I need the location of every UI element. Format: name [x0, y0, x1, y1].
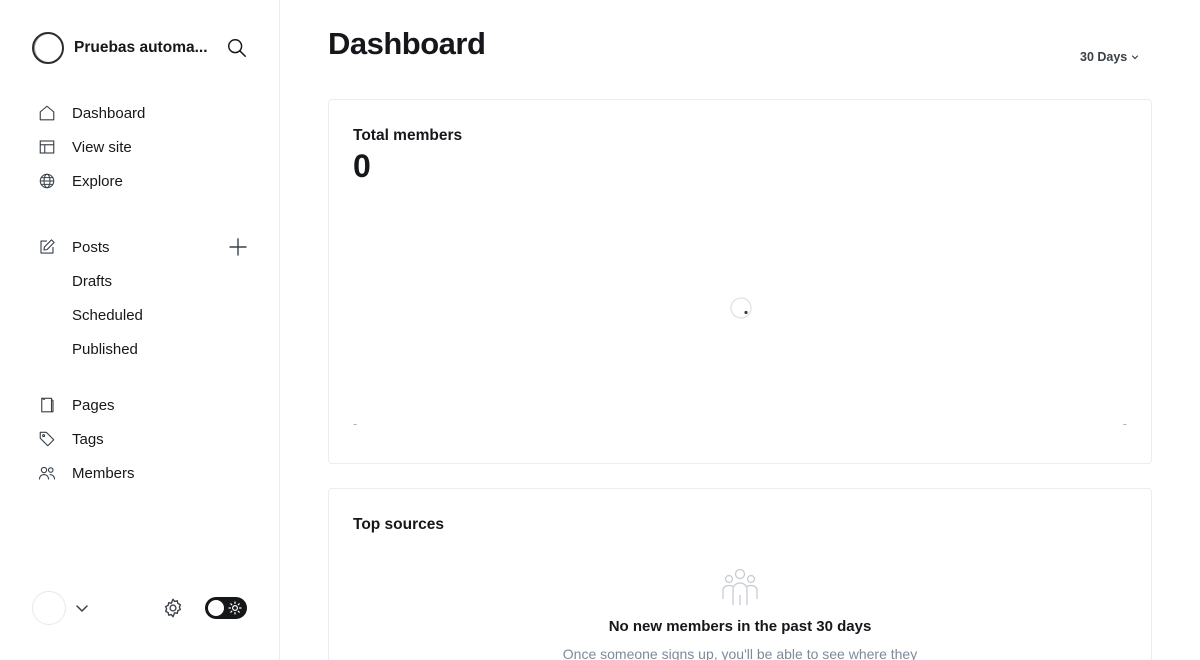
site-logo-icon: [32, 32, 64, 64]
sidebar-item-pages[interactable]: Pages: [32, 388, 248, 422]
card-title: Total members: [353, 127, 463, 144]
add-post-button[interactable]: [228, 237, 248, 257]
sidebar-item-scheduled[interactable]: Scheduled: [32, 298, 248, 332]
tag-icon: [38, 430, 56, 448]
sidebar-item-dashboard[interactable]: Dashboard: [32, 96, 248, 130]
top-sources-card: Top sources No new members in the past 3…: [328, 488, 1152, 660]
sidebar: Pruebas automa... Dashboard View site Ex…: [0, 0, 280, 660]
layout-icon: [38, 138, 56, 156]
sidebar-item-label: Pages: [72, 396, 115, 414]
nav-posts: Posts Drafts Scheduled Published: [32, 230, 248, 366]
nav-primary: Dashboard View site Explore: [32, 96, 248, 198]
sidebar-item-label: Dashboard: [72, 104, 146, 122]
sidebar-item-label: Posts: [72, 238, 110, 256]
theme-toggle[interactable]: [205, 597, 247, 619]
empty-state-title: No new members in the past 30 days: [608, 618, 872, 635]
members-icon: [722, 568, 758, 605]
card-title: Top sources: [353, 516, 445, 533]
home-icon: [38, 104, 56, 122]
date-range-label: 30 Days: [1080, 50, 1128, 64]
sidebar-item-published[interactable]: Published: [32, 332, 248, 366]
gear-icon[interactable]: [162, 597, 184, 619]
pages-icon: [38, 396, 56, 414]
chart-axis-end: -: [1122, 416, 1127, 431]
sidebar-item-explore[interactable]: Explore: [32, 164, 248, 198]
page-title: Dashboard: [328, 26, 486, 61]
date-range-select[interactable]: 30 Days: [1080, 50, 1139, 64]
empty-state-description: Once someone signs up, you'll be able to…: [562, 646, 918, 660]
sidebar-item-members[interactable]: Members: [32, 456, 248, 490]
members-icon: [38, 464, 56, 482]
site-brand[interactable]: Pruebas automa...: [32, 32, 248, 64]
sidebar-footer: [32, 591, 248, 625]
chart-axis-start: -: [353, 416, 358, 431]
sidebar-item-tags[interactable]: Tags: [32, 422, 248, 456]
sidebar-item-posts[interactable]: Posts: [32, 230, 248, 264]
total-members-value: 0: [353, 148, 371, 184]
total-members-card: Total members 0 - -: [328, 99, 1152, 464]
chevron-down-icon: [1132, 55, 1139, 60]
sidebar-item-label: Explore: [72, 172, 123, 190]
nav-secondary: Pages Tags Members: [32, 388, 248, 490]
globe-icon: [38, 172, 56, 190]
chevron-down-icon[interactable]: [74, 600, 90, 616]
site-name: Pruebas automa...: [74, 39, 208, 56]
sidebar-item-label: Members: [72, 464, 135, 482]
loading-spinner-icon: [730, 297, 752, 319]
sidebar-item-drafts[interactable]: Drafts: [32, 264, 248, 298]
sidebar-item-label: View site: [72, 138, 132, 156]
sun-icon: [228, 601, 242, 615]
search-icon[interactable]: [226, 37, 248, 59]
sidebar-item-view-site[interactable]: View site: [32, 130, 248, 164]
avatar[interactable]: [32, 591, 66, 625]
sidebar-item-label: Tags: [72, 430, 104, 448]
pen-icon: [38, 238, 56, 256]
toggle-knob: [208, 600, 224, 616]
